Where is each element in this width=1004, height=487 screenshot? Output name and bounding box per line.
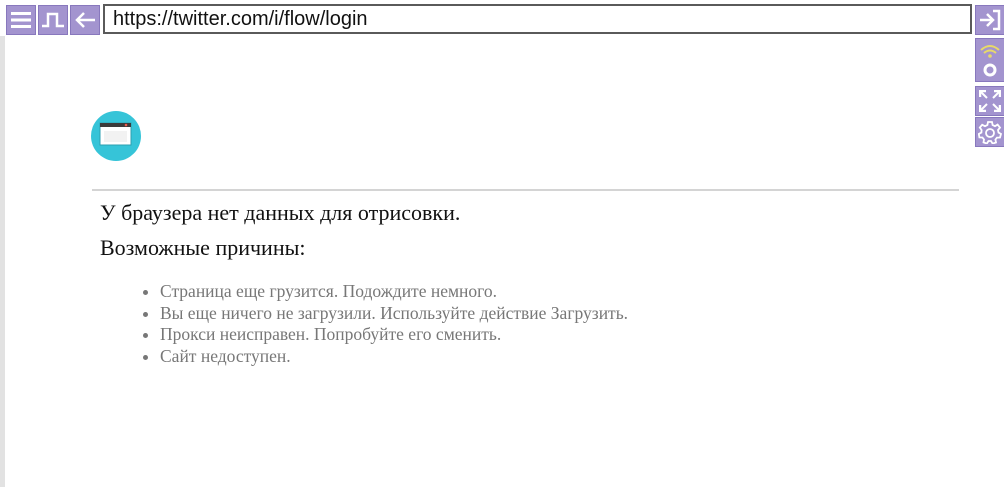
pulse-icon bbox=[41, 10, 65, 30]
signal-button[interactable] bbox=[975, 38, 1004, 82]
back-arrow-icon bbox=[73, 10, 97, 30]
reasons-list: Страница еще грузится. Подождите немного… bbox=[145, 281, 628, 367]
settings-button[interactable] bbox=[975, 117, 1004, 147]
reasons-heading: Возможные причины: bbox=[100, 235, 306, 260]
login-button[interactable] bbox=[975, 5, 1004, 35]
login-icon bbox=[979, 9, 1001, 31]
left-edge-strip bbox=[0, 36, 5, 487]
pulse-button[interactable] bbox=[38, 5, 68, 35]
list-item: Страница еще грузится. Подождите немного… bbox=[160, 281, 628, 303]
menu-icon bbox=[10, 10, 32, 30]
message-title: У браузера нет данных для отрисовки. bbox=[100, 200, 461, 225]
fullscreen-icon bbox=[979, 90, 1001, 112]
list-item: Сайт недоступен. bbox=[160, 346, 628, 368]
url-text: https://twitter.com/i/flow/login bbox=[113, 8, 368, 30]
list-item: Прокси неисправен. Попробуйте его сменит… bbox=[160, 324, 628, 346]
signal-icon bbox=[978, 40, 1002, 80]
browser-window-logo-icon bbox=[91, 111, 141, 161]
divider bbox=[92, 189, 959, 191]
back-button[interactable] bbox=[70, 5, 100, 35]
fullscreen-button[interactable] bbox=[975, 86, 1004, 116]
list-item: Вы еще ничего не загрузили. Используйте … bbox=[160, 303, 628, 325]
menu-button[interactable] bbox=[6, 5, 36, 35]
url-input[interactable]: https://twitter.com/i/flow/login bbox=[103, 4, 972, 34]
gear-icon bbox=[978, 120, 1002, 144]
browser-window: https://twitter.com/i/flow/login У брауз… bbox=[0, 0, 1004, 487]
